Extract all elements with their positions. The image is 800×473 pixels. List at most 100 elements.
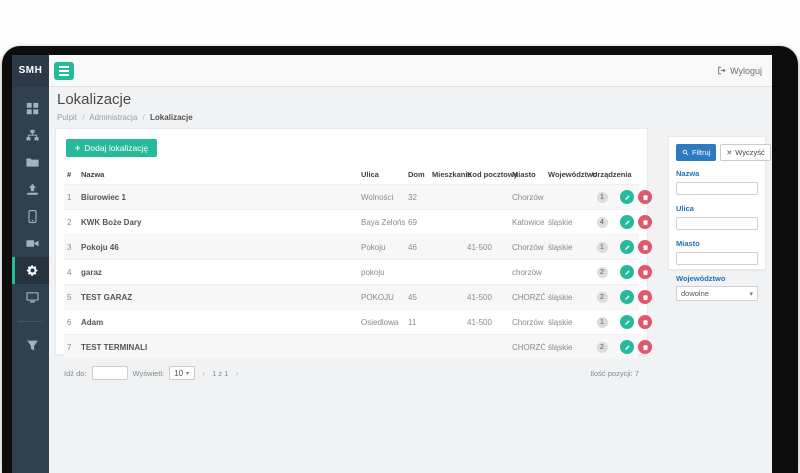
filter-nazwa-input[interactable] [676,182,758,195]
breadcrumb-home[interactable]: Pulpit [57,113,77,122]
total-count: Ilość pozycji: 7 [590,369,639,378]
cell-miasto: CHORZÓW [509,335,545,360]
cell-dom [405,335,429,360]
row-number: 1 [64,185,78,210]
trash-icon [642,194,649,201]
app-logo: SMH [12,55,49,87]
page-size-select[interactable]: 10 ▾ [169,366,195,380]
monitor-frame: SMH Wyloguj [2,46,798,473]
col-wojewodztwo: Województwo [545,165,589,185]
cell-wojewodztwo: śląskie [545,285,589,310]
filter-ulica-label: Ulica [676,204,758,213]
row-number: 6 [64,310,78,335]
add-location-label: Dodaj lokalizację [84,143,148,153]
cell-mieszkanie [429,210,464,235]
sidebar-item-dashboard[interactable] [12,95,49,122]
sidebar-item-cameras[interactable] [12,230,49,257]
gear-icon [26,264,39,277]
cell-miasto: Chorzów [509,235,545,260]
cell-ulica: Pokoju [358,235,405,260]
cell-nazwa: Adam [78,310,358,335]
sidebar-item-folders[interactable] [12,149,49,176]
next-page-button[interactable]: › [233,368,240,378]
sidebar-item-terminals[interactable] [12,284,49,311]
table-row: 2 KWK Boże Dary Baya Zelońskiego 69 Kato… [64,210,639,235]
app-screen: SMH Wyloguj [12,55,772,473]
sidebar-item-upload[interactable] [12,176,49,203]
close-icon: ✕ [726,149,732,157]
delete-button[interactable] [638,265,652,279]
devices-count-badge: 4 [597,217,608,228]
locations-table: # Nazwa Ulica Dom Mieszkanie Kod pocztow… [64,165,639,359]
edit-button[interactable] [620,315,634,329]
breadcrumb-separator: / [143,113,145,122]
delete-button[interactable] [638,240,652,254]
devices-count-badge: 1 [597,317,608,328]
logout-button[interactable]: Wyloguj [717,66,762,76]
chevron-down-icon: ▾ [186,370,189,377]
filter-apply-button[interactable]: Filtruj [676,144,716,161]
upload-icon [26,183,39,196]
table-header-row: # Nazwa Ulica Dom Mieszkanie Kod pocztow… [64,165,639,185]
edit-button[interactable] [620,290,634,304]
delete-button[interactable] [638,215,652,229]
show-label: Wyświetl: [133,369,165,378]
sidebar-toggle-button[interactable] [54,62,74,80]
filter-miasto-input[interactable] [676,252,758,265]
delete-button[interactable] [638,340,652,354]
delete-button[interactable] [638,190,652,204]
edit-button[interactable] [620,215,634,229]
edit-button[interactable] [620,190,634,204]
table-row: 6 Adam Osiedlowa 11 41-500 Chorzów śląsk… [64,310,639,335]
monitor-icon [26,291,39,304]
cell-wojewodztwo [545,260,589,285]
cell-dom: 69 [405,210,429,235]
delete-button[interactable] [638,315,652,329]
filter-wojewodztwo-select[interactable]: dowolne ▾ [676,286,758,301]
col-number: # [64,165,78,185]
trash-icon [642,219,649,226]
cell-miasto: chorzów [509,260,545,285]
edit-button[interactable] [620,265,634,279]
cell-ulica [358,335,405,360]
cell-dom: 11 [405,310,429,335]
page-title: Lokalizacje [57,91,131,108]
filter-ulica-input[interactable] [676,217,758,230]
folder-icon [26,156,39,169]
row-number: 5 [64,285,78,310]
cell-kod [464,260,509,285]
cell-wojewodztwo: śląskie [545,335,589,360]
cell-ulica: Wolności [358,185,405,210]
sidebar-item-devices[interactable] [12,203,49,230]
add-location-button[interactable]: + Dodaj lokalizację [66,139,157,157]
sidebar-item-filter[interactable] [12,332,49,359]
goto-page-input[interactable] [92,366,128,380]
pencil-icon [624,194,631,201]
trash-icon [642,244,649,251]
filter-clear-label: Wyczyść [735,148,765,157]
edit-button[interactable] [620,240,634,254]
delete-button[interactable] [638,290,652,304]
tablet-icon [26,210,39,223]
video-camera-icon [26,237,39,250]
sidebar-item-settings[interactable] [12,257,49,284]
filter-panel: Filtruj ✕ Wyczyść Nazwa Ulica Miasto Woj… [668,136,766,270]
col-miasto: Miasto [509,165,545,185]
total-count-label: Ilość pozycji: [590,369,633,378]
col-mieszkanie: Mieszkanie [429,165,464,185]
devices-count-badge: 2 [597,267,608,278]
cell-dom [405,260,429,285]
sidebar-item-sitemap[interactable] [12,122,49,149]
row-number: 7 [64,335,78,360]
prev-page-button[interactable]: ‹ [200,368,207,378]
locations-panel: + Dodaj lokalizację # Nazwa Ulica Dom Mi… [55,128,648,355]
funnel-icon [26,339,39,352]
logout-label: Wyloguj [730,66,762,76]
cell-kod [464,210,509,235]
cell-nazwa: TEST TERMINALI [78,335,358,360]
breadcrumb-section[interactable]: Administracja [89,113,137,122]
edit-button[interactable] [620,340,634,354]
trash-icon [642,344,649,351]
grid-icon [26,102,39,115]
filter-clear-button[interactable]: ✕ Wyczyść [720,144,770,161]
